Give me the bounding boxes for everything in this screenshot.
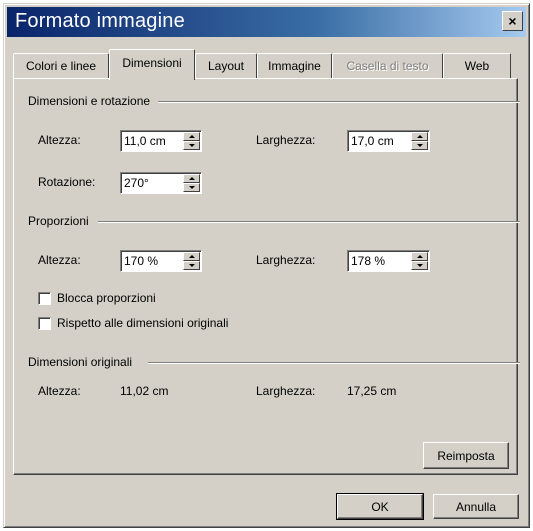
original-height-label: Altezza: bbox=[38, 384, 81, 398]
scale-width-label: Larghezza: bbox=[256, 253, 316, 267]
tab-colori-e-linee[interactable]: Colori e linee bbox=[13, 53, 109, 78]
scale-width-spinbox[interactable]: 178 % bbox=[347, 250, 430, 272]
arrow-down-icon bbox=[189, 186, 195, 189]
arrow-down-icon bbox=[417, 144, 423, 147]
height-input[interactable]: 11,0 cm bbox=[124, 134, 166, 148]
cancel-button-label: Annulla bbox=[455, 499, 497, 514]
rotation-label: Rotazione: bbox=[38, 175, 96, 189]
title-bar[interactable]: Formato immagine × bbox=[7, 7, 526, 37]
close-button[interactable]: × bbox=[502, 11, 523, 31]
arrow-up-icon bbox=[189, 135, 195, 138]
tab-layout[interactable]: Layout bbox=[195, 53, 257, 78]
spin-control bbox=[183, 132, 200, 150]
scale-height-spinbox[interactable]: 170 % bbox=[120, 250, 202, 272]
tab-label: Immagine bbox=[268, 59, 321, 73]
scale-width-input[interactable]: 178 % bbox=[351, 254, 385, 268]
arrow-down-icon bbox=[189, 264, 195, 267]
reset-button[interactable]: Reimposta bbox=[423, 442, 509, 469]
arrow-up-icon bbox=[417, 255, 423, 258]
tab-casella-di-testo: Casella di testo bbox=[332, 53, 443, 78]
original-height-value: 11,02 cm bbox=[120, 384, 169, 398]
dialog-title: Formato immagine bbox=[15, 10, 185, 32]
rotation-spinbox[interactable]: 270° bbox=[120, 172, 202, 194]
lock-aspect-checkbox[interactable] bbox=[38, 292, 51, 305]
arrow-up-icon bbox=[417, 135, 423, 138]
original-width-label: Larghezza: bbox=[256, 384, 316, 398]
spin-down-button[interactable] bbox=[183, 261, 200, 270]
tab-label: Colori e linee bbox=[25, 59, 97, 73]
section-size-rotation: Dimensioni e rotazione bbox=[28, 94, 159, 108]
spin-up-button[interactable] bbox=[411, 132, 428, 141]
spin-down-button[interactable] bbox=[411, 261, 428, 270]
rotation-input[interactable]: 270° bbox=[124, 176, 149, 190]
width-spinbox[interactable]: 17,0 cm bbox=[347, 130, 430, 152]
tab-web[interactable]: Web bbox=[443, 53, 511, 78]
spin-up-button[interactable] bbox=[411, 252, 428, 261]
spin-down-button[interactable] bbox=[411, 141, 428, 150]
section-scale: Proporzioni bbox=[28, 214, 97, 228]
width-input[interactable]: 17,0 cm bbox=[351, 134, 394, 148]
arrow-down-icon bbox=[189, 144, 195, 147]
height-spinbox[interactable]: 11,0 cm bbox=[120, 130, 202, 152]
relative-original-label[interactable]: Rispetto alle dimensioni originali bbox=[57, 316, 228, 330]
tab-label: Casella di testo bbox=[346, 59, 429, 73]
spin-up-button[interactable] bbox=[183, 132, 200, 141]
tab-panel-dimensioni: Dimensioni e rotazione Altezza: 11,0 cm … bbox=[13, 78, 520, 475]
relative-original-checkbox[interactable] bbox=[38, 317, 51, 330]
tab-label: Layout bbox=[207, 59, 245, 73]
spin-down-button[interactable] bbox=[183, 183, 200, 192]
arrow-down-icon bbox=[417, 264, 423, 267]
section-divider bbox=[148, 362, 520, 364]
tab-label: Dimensioni bbox=[122, 56, 182, 70]
tab-immagine[interactable]: Immagine bbox=[257, 53, 332, 78]
scale-height-label: Altezza: bbox=[38, 253, 81, 267]
spin-down-button[interactable] bbox=[183, 141, 200, 150]
width-label: Larghezza: bbox=[256, 133, 316, 147]
tab-dimensioni[interactable]: Dimensioni bbox=[109, 49, 195, 80]
lock-aspect-label[interactable]: Blocca proporzioni bbox=[57, 291, 156, 305]
spin-control bbox=[411, 252, 428, 270]
section-original-size: Dimensioni originali bbox=[28, 355, 141, 369]
scale-height-input[interactable]: 170 % bbox=[124, 254, 158, 268]
close-icon: × bbox=[508, 13, 517, 29]
spin-up-button[interactable] bbox=[183, 174, 200, 183]
cancel-button[interactable]: Annulla bbox=[433, 494, 519, 519]
arrow-up-icon bbox=[189, 177, 195, 180]
spin-up-button[interactable] bbox=[183, 252, 200, 261]
ok-button-label: OK bbox=[371, 499, 389, 514]
arrow-up-icon bbox=[189, 255, 195, 258]
height-label: Altezza: bbox=[38, 133, 81, 147]
spin-control bbox=[411, 132, 428, 150]
reset-button-label: Reimposta bbox=[437, 448, 495, 463]
spin-control bbox=[183, 174, 200, 192]
ok-button[interactable]: OK bbox=[336, 493, 424, 520]
tab-label: Web bbox=[464, 59, 490, 73]
spin-control bbox=[183, 252, 200, 270]
section-divider bbox=[98, 221, 520, 223]
original-width-value: 17,25 cm bbox=[347, 384, 397, 398]
